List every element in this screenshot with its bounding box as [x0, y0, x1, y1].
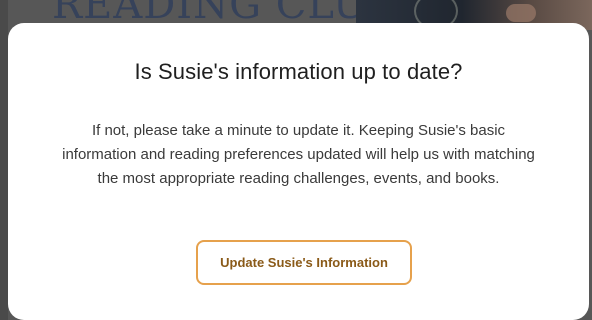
banner-badge-shape [506, 4, 536, 22]
modal-title: Is Susie's information up to date? [134, 59, 463, 84]
modal-body-text: If not, please take a minute to update i… [62, 122, 535, 187]
backdrop-left-edge [0, 0, 8, 320]
update-information-button[interactable]: Update Susie's Information [196, 240, 412, 285]
info-update-modal: Is Susie's information up to date? If no… [8, 23, 589, 320]
